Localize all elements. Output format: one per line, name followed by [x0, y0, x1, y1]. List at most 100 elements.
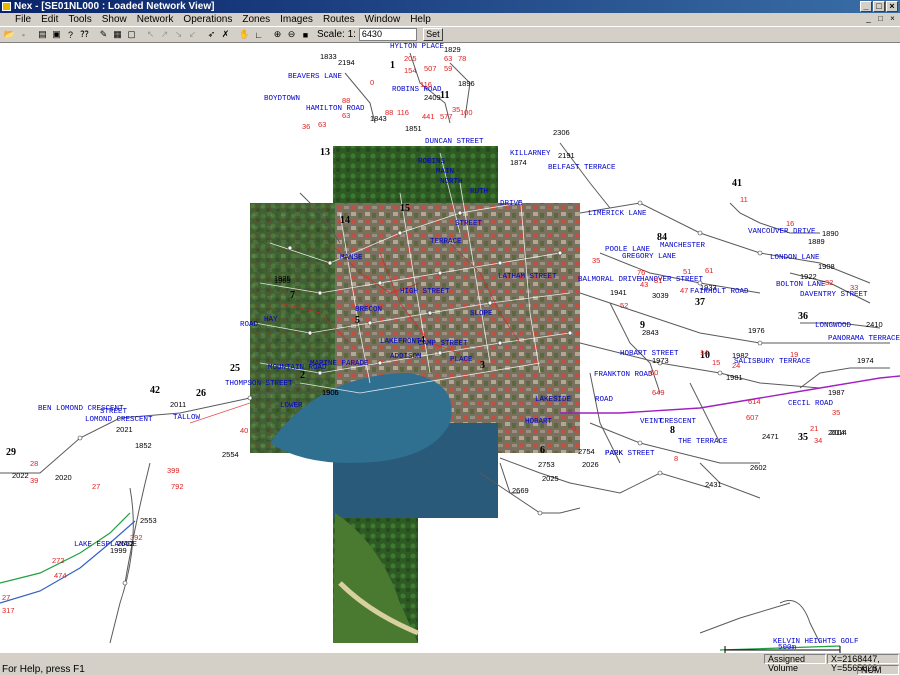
print-icon[interactable]: ▤ — [36, 28, 49, 41]
maximize-button[interactable]: □ — [873, 1, 885, 12]
zone-label: 36 — [798, 311, 808, 322]
mdi-close-button[interactable]: × — [887, 14, 898, 24]
street-label: CRESCENT — [660, 418, 697, 426]
svg-text:2410: 2410 — [866, 320, 883, 329]
street-label: PLACE — [450, 356, 473, 364]
link-tool-icon[interactable]: ↗ — [158, 28, 171, 41]
street-label: BOLTON LANE — [776, 281, 826, 289]
aerial-image — [250, 146, 580, 643]
svg-text:2409: 2409 — [424, 93, 441, 102]
svg-text:2602: 2602 — [750, 463, 767, 472]
street-label: BEAVERS LANE — [288, 73, 343, 81]
street-label: HANOVER STREET — [640, 276, 704, 284]
street-label: LONGWOOD — [815, 322, 852, 330]
svg-text:399: 399 — [167, 466, 180, 475]
street-label: STREET — [455, 220, 483, 228]
svg-text:78: 78 — [458, 54, 466, 63]
svg-text:11: 11 — [740, 195, 748, 204]
menu-edit[interactable]: Edit — [36, 13, 63, 26]
street-label: HOBART — [525, 418, 553, 426]
mdi-minimize-button[interactable]: _ — [863, 14, 874, 24]
street-label: PANORAMA TERRACE — [828, 335, 900, 343]
menu-show[interactable]: Show — [97, 13, 132, 26]
menu-zones[interactable]: Zones — [237, 13, 275, 26]
menu-window[interactable]: Window — [360, 13, 406, 26]
svg-text:2754: 2754 — [578, 447, 595, 456]
menu-network[interactable]: Network — [132, 13, 179, 26]
svg-text:28: 28 — [30, 459, 38, 468]
connector-tool-icon[interactable]: ↙ — [186, 28, 199, 41]
street-label: TALLOW — [173, 414, 201, 422]
svg-text:35: 35 — [832, 408, 840, 417]
svg-text:21: 21 — [810, 424, 818, 433]
mdi-restore-button[interactable]: □ — [875, 14, 886, 24]
zoom-in-icon[interactable]: ⊕ — [271, 28, 284, 41]
svg-text:2471: 2471 — [762, 432, 779, 441]
zone-tool-icon[interactable]: ↘ — [172, 28, 185, 41]
street-label: BALMORAL DRIVE — [578, 276, 642, 284]
node-tool-icon[interactable]: ↖ — [144, 28, 157, 41]
svg-text:649: 649 — [652, 388, 665, 397]
network-map[interactable]: 13 14 15 10 11 6 8 9 7 5 4 3 2 25 26 29 … — [0, 43, 900, 653]
zoom-out-icon[interactable]: ⊖ — [285, 28, 298, 41]
street-label: HIGH STREET — [400, 288, 450, 296]
zone-label: 1 — [390, 60, 395, 71]
print-preview-icon[interactable]: ▣ — [50, 28, 63, 41]
network-map-view[interactable]: 13 14 15 10 11 6 8 9 7 5 4 3 2 25 26 29 … — [0, 43, 900, 653]
delete-tool-icon[interactable]: ✗ — [219, 28, 232, 41]
street-label: HOBART STREET — [620, 350, 679, 358]
svg-text:474: 474 — [54, 571, 67, 580]
svg-text:1905: 1905 — [322, 388, 339, 397]
street-label: STREET — [100, 408, 128, 416]
context-help-icon[interactable]: ⁇ — [78, 28, 91, 41]
status-assigned-volume: Assigned Volume — [764, 654, 826, 673]
svg-text:441: 441 — [422, 112, 435, 121]
svg-text:81: 81 — [654, 276, 662, 285]
minimize-button[interactable]: _ — [860, 1, 872, 12]
svg-text:1973: 1973 — [652, 356, 669, 365]
svg-text:39: 39 — [30, 476, 38, 485]
street-label: GREGORY LANE — [622, 253, 677, 261]
save-icon[interactable]: ▪ — [17, 28, 30, 41]
menu-help[interactable]: Help — [405, 13, 436, 26]
layers-icon[interactable]: ▦ — [111, 28, 124, 41]
close-button[interactable]: × — [886, 1, 898, 12]
svg-text:1922: 1922 — [800, 272, 817, 281]
status-num-lock: NUM — [857, 665, 899, 675]
street-label: BELFAST TERRACE — [548, 164, 616, 172]
zone-label: 35 — [798, 432, 808, 443]
svg-text:2026: 2026 — [582, 460, 599, 469]
select-box-icon[interactable]: ▢ — [125, 28, 138, 41]
edit-pencil-icon[interactable]: ✎ — [97, 28, 110, 41]
street-label: MOUNTAIN ROAD — [268, 364, 327, 372]
pointer-icon[interactable]: ➶ — [205, 28, 218, 41]
zoom-extent-icon[interactable]: ■ — [299, 28, 312, 41]
svg-text:60: 60 — [650, 368, 658, 377]
svg-text:614: 614 — [748, 397, 761, 406]
scale-input[interactable]: 6430 — [358, 28, 417, 41]
measure-icon[interactable]: ∟ — [252, 28, 265, 41]
menu-routes[interactable]: Routes — [318, 13, 360, 26]
menu-file[interactable]: File — [10, 13, 36, 26]
svg-text:1976: 1976 — [748, 326, 765, 335]
pan-hand-icon[interactable]: ✋ — [238, 28, 251, 41]
help-icon[interactable]: ? — [64, 28, 77, 41]
svg-text:116: 116 — [420, 80, 432, 89]
menu-images[interactable]: Images — [275, 13, 318, 26]
svg-text:19: 19 — [790, 350, 798, 359]
svg-text:1852: 1852 — [135, 441, 152, 450]
zone-label: 15 — [400, 203, 410, 214]
svg-text:1981: 1981 — [726, 373, 743, 382]
window-title: Nex - [SE01NL000 : Loaded Network View] — [14, 1, 215, 12]
street-label: LATHAM STREET — [498, 273, 557, 281]
street-label: HYLTON PLACE — [390, 43, 445, 51]
set-scale-button[interactable]: Set — [422, 28, 443, 41]
zone-label: 41 — [732, 178, 742, 189]
menu-operations[interactable]: Operations — [178, 13, 237, 26]
open-folder-icon[interactable]: 📂 — [3, 28, 16, 41]
svg-text:61: 61 — [705, 266, 713, 275]
svg-text:1999: 1999 — [110, 546, 127, 555]
svg-text:27: 27 — [92, 482, 100, 491]
status-coordinates: X=2168447, Y=5565828 — [827, 654, 899, 673]
menu-tools[interactable]: Tools — [63, 13, 96, 26]
